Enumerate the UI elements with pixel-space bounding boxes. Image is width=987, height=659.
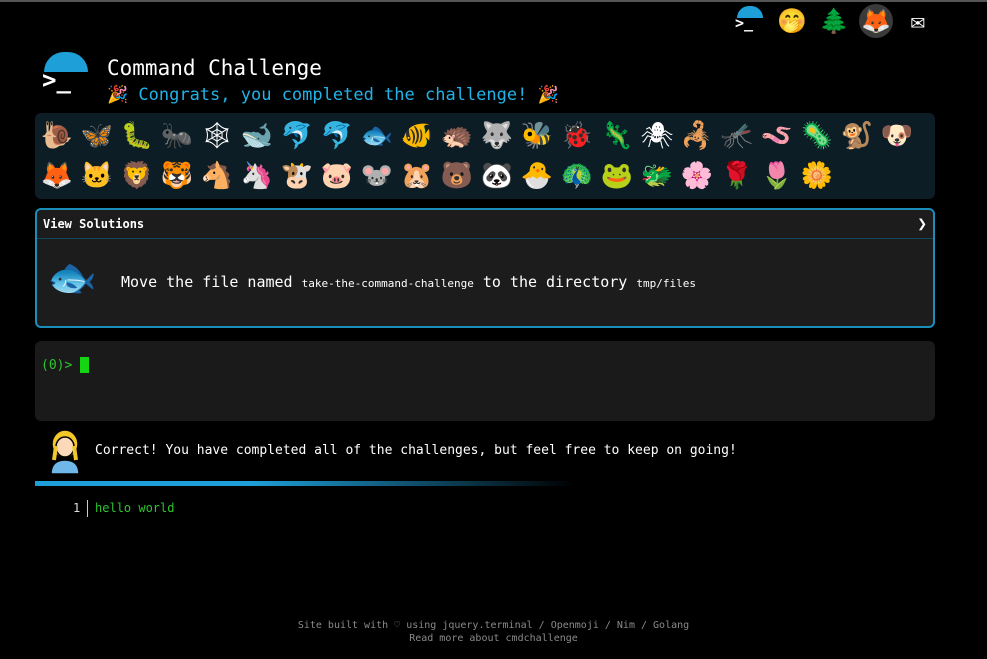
animal-icon[interactable]: 🕷: [637, 116, 677, 156]
terminal-prompt: (0)>: [41, 358, 73, 373]
animal-icon[interactable]: 🪱: [757, 116, 797, 156]
terminal-input[interactable]: (0)>: [35, 341, 935, 421]
animal-icon[interactable]: 🐱: [77, 156, 117, 196]
animal-icon[interactable]: 🐣: [517, 156, 557, 196]
envelope-icon[interactable]: ✉: [901, 4, 935, 38]
animal-icon[interactable]: 🐒: [837, 116, 877, 156]
animal-icon[interactable]: 🐸: [597, 156, 637, 196]
view-solutions-toggle[interactable]: View Solutions ❯: [37, 210, 933, 239]
animal-icon[interactable]: 🐷: [317, 156, 357, 196]
line-number: 1: [73, 501, 81, 515]
animal-icon[interactable]: 🕸: [197, 116, 237, 156]
animal-icon[interactable]: 🐛: [117, 116, 157, 156]
animal-icon[interactable]: 🐻: [437, 156, 477, 196]
animal-icon[interactable]: 🦊: [37, 156, 77, 196]
animal-icon[interactable]: 🐟: [357, 116, 397, 156]
gitlab-icon[interactable]: 🦊: [859, 4, 893, 38]
animal-icon[interactable]: 🐼: [477, 156, 517, 196]
animal-icon[interactable]: 🐬: [317, 116, 357, 156]
animal-icon[interactable]: 🐮: [277, 156, 317, 196]
animal-icon[interactable]: 🐴: [197, 156, 237, 196]
animal-icon[interactable]: 🦟: [717, 116, 757, 156]
animal-icon[interactable]: 🐲: [637, 156, 677, 196]
animal-icon[interactable]: 🐬: [277, 116, 317, 156]
animal-icon[interactable]: 🦂: [677, 116, 717, 156]
fish-icon: 🐟: [47, 255, 97, 301]
animal-icon[interactable]: 🌷: [757, 156, 797, 196]
animal-icon[interactable]: 🐺: [477, 116, 517, 156]
challenge-progress-grid: 🐌 🦋 🐛 🐜 🕸 🐋 🐬 🐬 🐟 🐠 🦔 🐺 🐝 🐞 🦎 🕷 🦂 🦟 🪱 🦠 🐒 🐶 🦊 🐱 🦁 🐯 🐴 🦄 🐮 🐷 🐭 🐹 🐻 🐼 🐣 🦚 🐸 🐲 🌸 🌹…: [35, 113, 935, 199]
animal-icon[interactable]: 🦎: [597, 116, 637, 156]
animal-icon[interactable]: 🐭: [357, 156, 397, 196]
animal-icon[interactable]: 🐝: [517, 116, 557, 156]
animal-icon[interactable]: 🦁: [117, 156, 157, 196]
divider: [35, 481, 575, 486]
terminal-cursor: [80, 357, 89, 373]
animal-icon[interactable]: 🐜: [157, 116, 197, 156]
terminal-logo-icon[interactable]: >_: [733, 4, 767, 38]
page-title: Command Challenge: [107, 56, 322, 80]
animal-icon[interactable]: 🌸: [677, 156, 717, 196]
animal-icon[interactable]: 🐯: [157, 156, 197, 196]
animal-icon[interactable]: 🐌: [37, 116, 77, 156]
solutions-panel: View Solutions ❯ 🐟 Move the file named t…: [35, 208, 935, 328]
animal-icon[interactable]: 🌹: [717, 156, 757, 196]
animal-icon[interactable]: 🐹: [397, 156, 437, 196]
footer-about-link[interactable]: Read more about cmdchallenge: [0, 633, 987, 644]
animal-icon[interactable]: 🦠: [797, 116, 837, 156]
output-line: hello world: [95, 501, 175, 515]
shushing-face-icon[interactable]: 🤭: [775, 4, 809, 38]
animal-icon[interactable]: 🐠: [397, 116, 437, 156]
directory-name: tmp/files: [636, 277, 696, 290]
top-border: [0, 0, 987, 2]
person-icon: [47, 429, 83, 475]
footer-credits[interactable]: Site built with ♡ using jquery.terminal …: [0, 620, 987, 631]
result-message: Correct! You have completed all of the c…: [35, 428, 935, 475]
animal-icon[interactable]: 🦄: [237, 156, 277, 196]
animal-icon[interactable]: 🦚: [557, 156, 597, 196]
animal-icon[interactable]: 🦔: [437, 116, 477, 156]
terminal-logo-icon[interactable]: >_: [42, 52, 90, 98]
animal-icon[interactable]: 🐞: [557, 116, 597, 156]
congrats-message: 🎉 Congrats, you completed the challenge!…: [107, 85, 559, 105]
chevron-right-icon: ❯: [917, 214, 927, 233]
animal-icon[interactable]: 🐶: [877, 116, 917, 156]
animal-icon[interactable]: 🦋: [77, 116, 117, 156]
filename: take-the-command-challenge: [301, 277, 474, 290]
top-nav: >_ 🤭 🌲 🦊 ✉: [733, 4, 935, 38]
view-solutions-label: View Solutions: [43, 217, 145, 231]
line-separator: [87, 500, 88, 517]
result-text: Correct! You have completed all of the c…: [95, 443, 737, 458]
evergreen-tree-icon[interactable]: 🌲: [817, 4, 851, 38]
challenge-description: Move the file named take-the-command-cha…: [121, 273, 696, 291]
animal-icon[interactable]: 🌼: [797, 156, 837, 196]
animal-icon[interactable]: 🐋: [237, 116, 277, 156]
